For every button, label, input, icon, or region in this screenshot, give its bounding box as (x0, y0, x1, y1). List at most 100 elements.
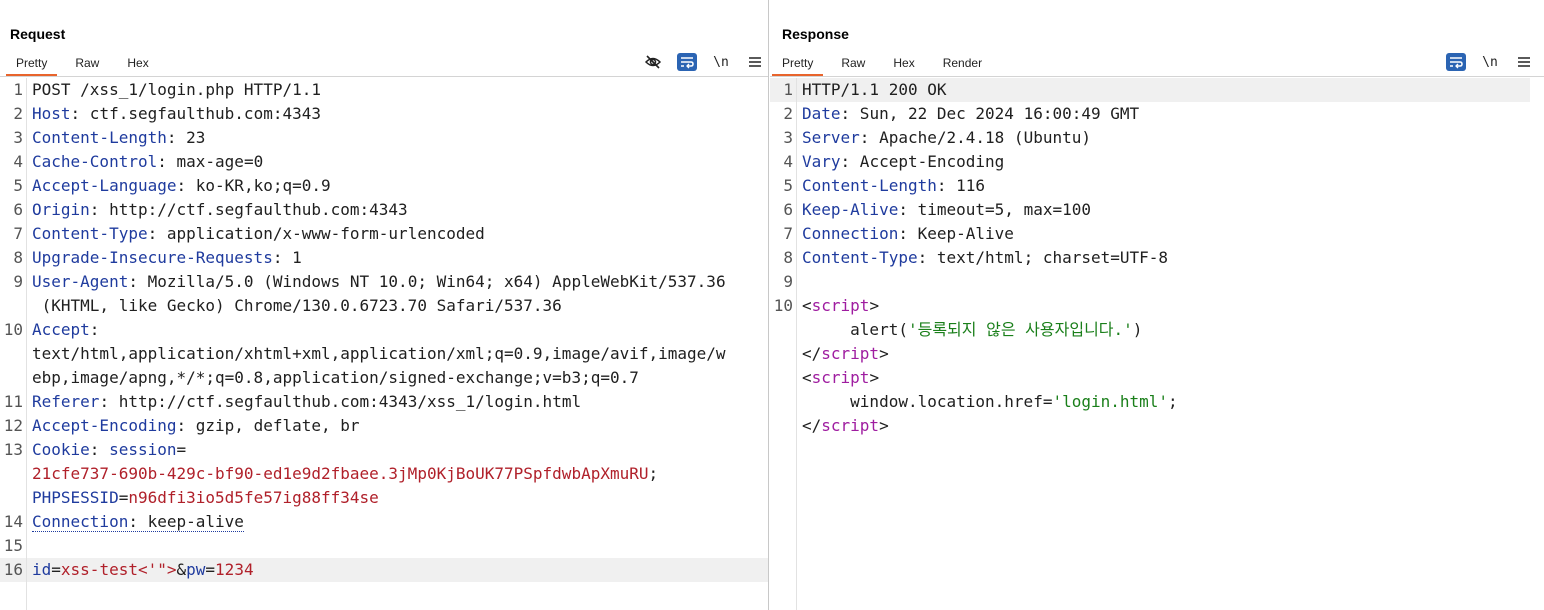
header-value: Sun, 22 Dec 2024 16:00:49 GMT (850, 104, 1140, 123)
header-name: Referer (32, 392, 100, 411)
header-name: Connection (802, 224, 899, 243)
header-name: Content-Length (32, 128, 167, 147)
cookie-value: n96dfi3io5d5fe57ig88ff34se (128, 488, 379, 507)
request-toolbar: \n (643, 52, 765, 72)
header-name: Host (32, 104, 71, 123)
header-line: Accept: (32, 320, 100, 339)
request-line-text: POST /xss_1/login.php HTTP/1.1 (32, 80, 321, 99)
header-value: Apache/2.4.18 (Ubuntu) (869, 128, 1091, 147)
tab-pretty[interactable]: Pretty (6, 52, 58, 76)
line-number: 9 (783, 272, 793, 291)
header-name: Content-Type (802, 248, 918, 267)
hide-nonprinting-button[interactable] (643, 53, 663, 71)
header-name: Server (802, 128, 860, 147)
line-number: 1 (783, 80, 793, 99)
tab-hex[interactable]: Hex (117, 52, 158, 76)
line-number: 9 (13, 272, 23, 291)
html-line: <script> (802, 296, 880, 315)
word-wrap-button[interactable] (677, 53, 697, 71)
response-editor[interactable]: 1 2 3 4 5 6 7 8 9 10 HTTP/1.1 200 OK Dat… (770, 78, 1544, 610)
header-value: http://ctf.segfaulthub.com:4343/xss_1/lo… (109, 392, 582, 411)
header-line: Date: Sun, 22 Dec 2024 16:00:49 GMT (802, 104, 1140, 123)
cookie-continuation: PHPSESSID=n96dfi3io5d5fe57ig88ff34se (32, 488, 379, 507)
line-number: 10 (773, 296, 793, 315)
header-value: 116 (946, 176, 986, 195)
tab-pretty[interactable]: Pretty (772, 52, 824, 76)
line-number: 7 (783, 224, 793, 243)
header-name: Accept-Language (32, 176, 177, 195)
param-name: pw (186, 560, 206, 579)
js-code: window.location.href= (802, 392, 1053, 411)
tab-render[interactable]: Render (933, 52, 992, 76)
header-name: Cookie (32, 440, 90, 459)
header-name: Date (802, 104, 841, 123)
line-number: 8 (13, 248, 23, 267)
word-wrap-button[interactable] (1446, 53, 1466, 71)
header-name: Vary (802, 152, 841, 171)
tab-underline-rule (0, 76, 768, 77)
line-number: 6 (783, 200, 793, 219)
line-number: 3 (13, 128, 23, 147)
request-code: POST /xss_1/login.php HTTP/1.1 Host: ctf… (32, 78, 758, 606)
eye-slash-icon (644, 55, 662, 69)
header-value: Mozilla/5.0 (Windows NT 10.0; Win64; x64… (137, 272, 726, 291)
request-editor[interactable]: 1 2 3 4 5 6 7 8 9 10 11 12 13 14 15 16 P… (0, 78, 768, 610)
html-line: </script> (802, 416, 889, 435)
line-number: 3 (783, 128, 793, 147)
tab-hex[interactable]: Hex (883, 52, 924, 76)
request-line-gutter: 1 2 3 4 5 6 7 8 9 10 11 12 13 14 15 16 (0, 78, 27, 610)
cookie-name: PHPSESSID (32, 488, 119, 507)
line-number: 7 (13, 224, 23, 243)
line-number: 4 (783, 152, 793, 171)
line-number: 10 (3, 320, 23, 339)
header-continuation: (KHTML, like Gecko) Chrome/130.0.6723.70… (32, 294, 562, 318)
header-value: http://ctf.segfaulthub.com:4343 (99, 200, 408, 219)
header-name: Origin (32, 200, 90, 219)
request-pane: Request Pretty Raw Hex \n 1 2 3 4 5 6 7 … (0, 0, 768, 610)
header-line: Content-Type: application/x-www-form-url… (32, 224, 485, 243)
menu-button[interactable] (745, 53, 765, 71)
menu-button[interactable] (1514, 53, 1534, 71)
response-pane: Response Pretty Raw Hex Render \n 1 2 3 … (770, 0, 1544, 610)
header-value: keep-alive (137, 512, 244, 531)
header-value: 23 (176, 128, 206, 147)
line-number: 2 (13, 104, 23, 123)
header-value: Accept-Encoding (850, 152, 1005, 171)
script-tag: script (821, 344, 880, 363)
header-line: Host: ctf.segfaulthub.com:4343 (32, 104, 321, 123)
show-newlines-button[interactable]: \n (711, 53, 731, 71)
body-line: id=xss-test<'">&pw=1234 (32, 560, 254, 579)
header-line: Origin: http://ctf.segfaulthub.com:4343 (32, 200, 408, 219)
js-code: ; (1168, 392, 1178, 411)
html-line: <script> (802, 368, 880, 387)
header-value: Keep-Alive (907, 224, 1014, 243)
param-separator: & (176, 560, 187, 579)
line-number: 16 (3, 560, 23, 579)
header-value: timeout=5, max=100 (907, 200, 1091, 219)
hamburger-menu-icon (749, 57, 761, 67)
param-name: id (32, 560, 52, 579)
header-name: Connection (32, 512, 129, 531)
response-tabs: Pretty Raw Hex Render (772, 52, 992, 76)
response-title: Response (782, 26, 849, 42)
hamburger-menu-icon (1518, 57, 1530, 67)
tab-underline-rule (770, 76, 1544, 77)
pane-divider[interactable] (768, 0, 769, 610)
header-line: Connection: keep-alive (32, 512, 244, 532)
status-line: HTTP/1.1 200 OK (802, 78, 947, 102)
header-line: Server: Apache/2.4.18 (Ubuntu) (802, 128, 1091, 147)
header-continuation: ebp,image/apng,*/*;q=0.8,application/sig… (32, 366, 639, 390)
js-string: 'login.html' (1052, 392, 1169, 411)
line-number: 13 (3, 440, 23, 459)
show-newlines-button[interactable]: \n (1480, 53, 1500, 71)
line-number: 1 (13, 80, 23, 99)
cookie-line: Cookie: session= (32, 440, 187, 459)
script-tag: script (811, 368, 870, 387)
line-number: 6 (13, 200, 23, 219)
header-name: Upgrade-Insecure-Requests (32, 248, 273, 267)
html-line: </script> (802, 344, 889, 363)
header-continuation: text/html,application/xhtml+xml,applicat… (32, 342, 726, 366)
tab-raw[interactable]: Raw (65, 52, 109, 76)
tab-raw[interactable]: Raw (831, 52, 875, 76)
line-number: 15 (3, 536, 23, 555)
